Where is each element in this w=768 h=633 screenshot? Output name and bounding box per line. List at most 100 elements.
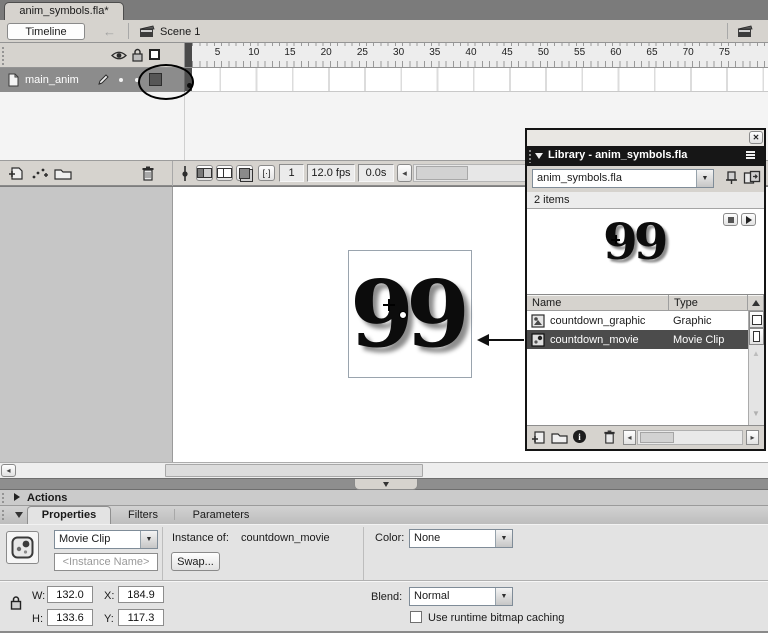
chevron-down-icon[interactable]: ▼ [140, 531, 157, 548]
insert-layer-icon[interactable] [8, 166, 25, 181]
library-item-count-row: 2 items [527, 192, 764, 209]
timeline-grip[interactable] [1, 46, 6, 65]
stage-hscrollbar[interactable]: ◂ [0, 462, 768, 478]
library-row-countdown-graphic[interactable]: countdown_graphic Graphic [527, 311, 748, 330]
preview-stop-icon[interactable] [723, 213, 738, 226]
library-document-select[interactable]: anim_symbols.fla ▼ [532, 169, 714, 188]
timeline-frame-ruler[interactable]: 51015202530354045505560657075 [185, 43, 768, 68]
y-input[interactable] [118, 609, 164, 626]
show-layers-as-outlines-icon[interactable] [149, 49, 160, 60]
current-frame-indicator: 1 [279, 164, 304, 182]
stage-scrollbar-thumb[interactable] [165, 464, 423, 477]
collapse-divider-button[interactable] [354, 479, 418, 490]
column-header-type[interactable]: Type [669, 295, 748, 311]
library-document-value: anim_symbols.fla [533, 170, 696, 187]
timeline-scrollbar-thumb[interactable] [416, 166, 468, 180]
ruler-number: 15 [284, 47, 295, 58]
edit-multiple-frames-icon[interactable] [236, 165, 253, 181]
onion-skin-icon[interactable] [196, 165, 213, 181]
actions-expand-arrow-icon[interactable] [14, 493, 20, 501]
preview-play-icon[interactable] [741, 213, 756, 226]
bitmap-caching-checkbox[interactable] [410, 611, 422, 623]
library-grip[interactable] [528, 149, 533, 163]
chevron-down-icon[interactable]: ▼ [495, 588, 512, 605]
instance-of-value: countdown_movie [241, 532, 330, 544]
constrain-lock-icon[interactable] [10, 595, 22, 610]
library-row-countdown-movie[interactable]: countdown_movie Movie Clip [527, 330, 748, 349]
stage-symbol-99[interactable]: 99 [350, 268, 470, 360]
pasteboard[interactable] [0, 187, 173, 463]
actions-panel-bar[interactable]: Actions [0, 490, 768, 506]
blend-select[interactable]: Normal ▼ [409, 587, 513, 606]
color-select[interactable]: None ▼ [409, 529, 513, 548]
layer-page-icon [7, 73, 20, 87]
symbol-behavior-value: Movie Clip [55, 531, 140, 548]
delete-symbol-trash-icon[interactable] [603, 429, 616, 445]
instance-name-input[interactable] [54, 553, 158, 571]
timeline-button[interactable]: Timeline [7, 23, 85, 40]
add-motion-guide-icon[interactable] [31, 166, 49, 181]
new-symbol-icon[interactable] [531, 430, 547, 446]
transformation-point[interactable] [399, 311, 407, 319]
flash-application-window: anim_symbols.fla* Timeline ← Scene 1 [0, 0, 768, 633]
library-scroll-up-button[interactable] [748, 295, 764, 311]
x-input[interactable] [118, 586, 164, 603]
lock-all-layers-icon[interactable] [132, 48, 143, 62]
movie-clip-symbol-icon [531, 333, 545, 347]
layer-visibility-dot[interactable] [119, 78, 123, 82]
chevron-down-icon[interactable]: ▼ [696, 170, 713, 187]
library-collapse-arrow-icon[interactable] [535, 153, 543, 159]
library-hscrollbar-track[interactable] [637, 430, 743, 445]
symbol-properties-info-icon[interactable]: i [573, 430, 586, 443]
actions-grip[interactable] [1, 492, 6, 504]
properties-grip[interactable] [1, 509, 6, 522]
pin-library-icon[interactable] [723, 170, 739, 186]
layer-name[interactable]: main_anim [25, 74, 79, 86]
narrow-library-view-button[interactable] [749, 328, 764, 345]
tab-filters[interactable]: Filters [114, 506, 172, 524]
wide-library-view-button[interactable] [749, 311, 764, 328]
tab-parameters[interactable]: Parameters [178, 506, 264, 524]
center-frame-icon[interactable] [180, 165, 190, 182]
back-arrow-icon[interactable]: ← [103, 24, 116, 39]
scroll-up-chevron-icon[interactable]: ▲ [752, 349, 760, 358]
symbol-behavior-select[interactable]: Movie Clip ▼ [54, 530, 158, 549]
blend-value: Normal [410, 588, 495, 605]
movie-clip-symbol-icon [6, 531, 39, 564]
insert-layer-folder-icon[interactable] [54, 166, 72, 181]
scroll-down-chevron-icon[interactable]: ▼ [752, 409, 760, 418]
library-options-menu-icon[interactable] [746, 151, 758, 161]
swap-button[interactable]: Swap... [171, 552, 220, 571]
library-hscrollbar-thumb[interactable] [640, 432, 674, 443]
library-title-bar[interactable]: Library - anim_symbols.fla [527, 146, 764, 166]
edit-scene-button-icon[interactable] [737, 25, 753, 38]
height-input[interactable] [47, 609, 93, 626]
panel-divider [0, 478, 768, 490]
frame-rate-indicator[interactable]: 12.0 fps [307, 164, 355, 182]
chevron-down-icon[interactable]: ▼ [495, 530, 512, 547]
layer-frames-strip[interactable] [185, 68, 768, 92]
tab-properties[interactable]: Properties [27, 506, 111, 524]
properties-collapse-arrow-icon[interactable] [15, 512, 23, 518]
playhead[interactable] [185, 43, 192, 68]
library-scroll-right-button[interactable]: ▸ [746, 430, 759, 445]
new-folder-icon[interactable] [551, 430, 568, 445]
close-icon[interactable]: ✕ [749, 131, 763, 144]
ruler-number: 70 [683, 47, 694, 58]
document-tab[interactable]: anim_symbols.fla* [4, 2, 124, 20]
delete-layer-trash-icon[interactable] [141, 165, 155, 182]
new-library-panel-icon[interactable] [743, 170, 761, 186]
timeline-scroll-left-button[interactable]: ◂ [397, 164, 412, 182]
pencil-edit-icon [97, 73, 110, 86]
library-scroll-left-button[interactable]: ◂ [623, 430, 636, 445]
onion-skin-outlines-icon[interactable] [216, 165, 233, 181]
selected-instance-bounding-box[interactable]: 99 [348, 250, 472, 378]
library-column-headers: Name Type [527, 295, 764, 311]
ruler-number: 10 [248, 47, 259, 58]
library-item-name: countdown_graphic [550, 315, 645, 327]
stage-scroll-left-button[interactable]: ◂ [1, 464, 16, 477]
modify-onion-markers-icon[interactable]: [·] [258, 165, 275, 181]
width-input[interactable] [47, 586, 93, 603]
show-hide-all-layers-icon[interactable] [111, 50, 127, 61]
column-header-name[interactable]: Name [527, 295, 669, 311]
